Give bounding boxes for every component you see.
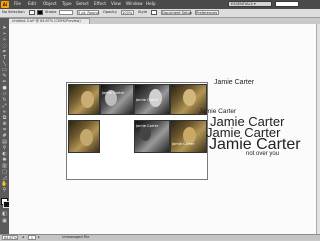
app-logo: Ai (1, 1, 9, 8)
portrait-face (183, 89, 196, 106)
style-label: Style (138, 10, 148, 14)
control-bar: No Selection Stroke 5 pt. Round Opacity … (0, 9, 320, 18)
next-artboard-icon[interactable]: ▸ (38, 235, 40, 240)
photo-caption: Jamie Carter (172, 142, 195, 146)
menu-type[interactable]: Type (62, 1, 72, 7)
photo-tile[interactable]: Jamie Carter (134, 120, 170, 153)
opacity-field[interactable]: 100% (121, 10, 134, 15)
tagline-text[interactable]: not over you (246, 151, 279, 157)
zoom-tool-icon[interactable]: ⚲ (1, 188, 8, 193)
photo-tile[interactable] (68, 84, 100, 115)
opacity-label: Opacity (103, 10, 117, 14)
menu-window[interactable]: Window (126, 1, 143, 7)
artist-name-small[interactable]: Jamie Carter (214, 79, 254, 86)
workspace-switcher[interactable]: ESSENTIALS ▾ (228, 1, 272, 7)
photo-tile[interactable]: Jamie Carter (134, 84, 170, 115)
preferences-button[interactable]: Preferences (195, 10, 219, 15)
brush-dropdown[interactable]: 5 pt. Round (77, 10, 99, 15)
prev-artboard-icon[interactable]: ◂ (22, 235, 24, 240)
portrait-face (81, 91, 94, 108)
fill-swatch[interactable] (29, 10, 35, 15)
menu-view[interactable]: View (111, 1, 121, 7)
stroke-weight-field[interactable] (59, 10, 73, 15)
screen-mode-icon[interactable]: ▣ (1, 219, 8, 224)
photo-caption: Jamie Carter (136, 124, 159, 128)
vertical-scrollbar[interactable] (316, 24, 320, 234)
menu-bar: Ai File Edit Object Type Select Effect V… (0, 0, 320, 16)
photo-tile[interactable] (68, 120, 100, 153)
status-info[interactable]: Unmanaged File (62, 235, 89, 240)
menu-effect[interactable]: Effect (94, 1, 106, 7)
stroke-swatch[interactable] (37, 10, 43, 15)
style-swatch[interactable] (151, 10, 157, 15)
menu-help[interactable]: Help (146, 1, 156, 7)
photo-tile[interactable]: Jamie Carter (170, 120, 207, 153)
artboard-number-field[interactable]: 1 (28, 235, 36, 240)
selection-status: No Selection (2, 10, 25, 14)
tools-panel: ➤ ➢ ✧ ◌ ✒ T ╲ ▭ ✎ ✏ ● ▱ ↻ ⤢ ≈ ⧉ ⊕ ⌗ # ▤ … (0, 18, 10, 234)
photo-tile[interactable]: Jamie Carter (100, 84, 134, 115)
menu-edit[interactable]: Edit (28, 1, 36, 7)
menu-object[interactable]: Object (43, 1, 57, 7)
search-input[interactable] (275, 1, 299, 7)
status-bar: 64.67% ◂ 1 ▸ Unmanaged File (0, 234, 320, 240)
drawing-mode-icon[interactable]: ◧ (1, 212, 8, 217)
photo-caption: Jamie Carter (136, 98, 159, 102)
artboard[interactable]: Jamie Carter Jamie Carter Jamie Carter J… (66, 82, 208, 180)
window-controls (302, 1, 318, 16)
stroke-label: Stroke (45, 10, 57, 14)
photo-caption: Jamie Carter (102, 91, 125, 95)
menu-select[interactable]: Select (76, 1, 89, 7)
document-setup-button[interactable]: Document Setup (161, 10, 192, 15)
menu-file[interactable]: File (14, 1, 21, 7)
zoom-field[interactable]: 64.67% (2, 235, 18, 240)
portrait-face (80, 129, 93, 146)
